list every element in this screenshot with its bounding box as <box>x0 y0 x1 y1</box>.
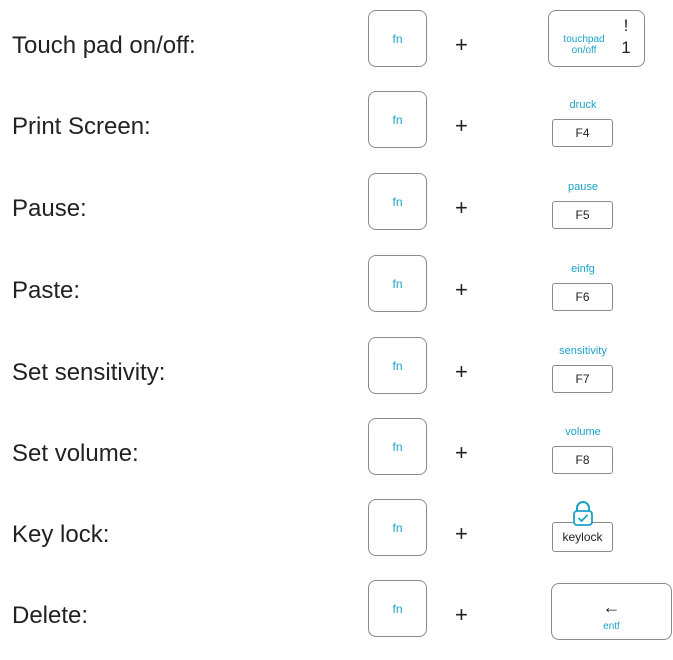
plus-sign: + <box>455 440 468 465</box>
plus-sign: + <box>455 32 468 57</box>
shortcut-label: Paste: <box>12 277 81 304</box>
fn-key: fn <box>368 91 427 148</box>
key-caption: volume <box>565 426 601 438</box>
shortcut-row-sensitivity: Set sensitivity: fn + sensitivity F7 <box>0 337 673 417</box>
shortcut-row-volume: Set volume: fn + volume F8 <box>0 418 673 498</box>
shortcut-label: Set volume: <box>12 440 139 467</box>
fn-key: fn <box>368 337 427 394</box>
f6-key: F6 <box>552 283 613 311</box>
key-caption: pause <box>568 181 598 193</box>
key-top-symbol: ! <box>623 16 629 35</box>
plus-sign: + <box>455 277 468 302</box>
plus-sign: + <box>455 113 468 138</box>
touchpad-key-caption: touchpad on/off <box>563 34 605 56</box>
key-caption: einfg <box>571 263 595 275</box>
shortcut-row-paste: Paste: fn + einfg F6 <box>0 255 673 335</box>
shortcut-label: Key lock: <box>12 521 110 548</box>
shortcut-label: Print Screen: <box>12 113 151 140</box>
touchpad-key: touchpad on/off ! 1 <box>548 10 645 67</box>
plus-sign: + <box>455 602 468 627</box>
shortcut-row-pause: Pause: fn + pause F5 <box>0 173 673 253</box>
fn-key: fn <box>368 255 427 312</box>
plus-sign: + <box>455 521 468 546</box>
key-caption: druck <box>569 99 597 111</box>
f7-key: F7 <box>552 365 613 393</box>
f5-key: F5 <box>552 201 613 229</box>
key-caption: sensitivity <box>559 345 607 357</box>
shortcut-label: Set sensitivity: <box>12 359 166 386</box>
plus-sign: + <box>455 359 468 384</box>
plus-sign: + <box>455 195 468 220</box>
shortcut-row-key-lock: Key lock: fn + keylock <box>0 499 673 579</box>
shortcut-row-touchpad: Touch pad on/off: fn + touchpad on/off !… <box>0 10 673 90</box>
f8-key: F8 <box>552 446 613 474</box>
fn-key: fn <box>368 173 427 230</box>
fn-key: fn <box>368 10 427 67</box>
fn-key: fn <box>368 499 427 556</box>
delete-key: ← entf <box>551 583 672 640</box>
shortcut-label: Delete: <box>12 602 89 629</box>
f4-key: F4 <box>552 119 613 147</box>
fn-key: fn <box>368 580 427 637</box>
left-arrow-icon: ← <box>602 597 621 617</box>
key-bottom-symbol: 1 <box>621 38 631 57</box>
shortcut-row-delete: Delete: fn + ← entf <box>0 580 673 660</box>
lock-icon <box>573 501 593 526</box>
fn-key: fn <box>368 418 427 475</box>
touchpad-key-symbols: ! 1 <box>617 15 635 59</box>
shortcut-label: Pause: <box>12 195 87 222</box>
shortcut-label: Touch pad on/off: <box>12 32 196 59</box>
shortcut-row-print-screen: Print Screen: fn + druck F4 <box>0 91 673 171</box>
key-caption: entf <box>603 621 620 632</box>
